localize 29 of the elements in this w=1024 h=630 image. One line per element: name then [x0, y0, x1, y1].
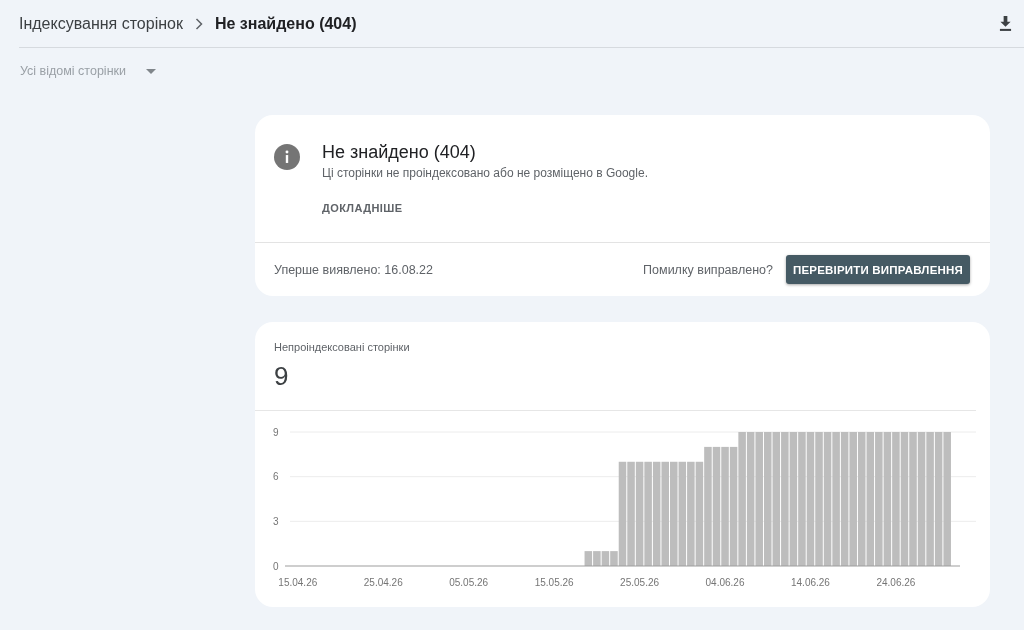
total-count: 9 [274, 361, 289, 391]
x-axis-label: 14.06.26 [791, 577, 830, 588]
x-axis-label: 15.04.26 [278, 577, 318, 588]
chart-bar [601, 551, 610, 566]
download-button[interactable] [997, 14, 1014, 33]
y-axis-label: 0 [273, 560, 279, 572]
first-detected-text: Уперше виявлено: 16.08.22 [274, 262, 433, 277]
learn-more-link[interactable]: ДОКЛАДНІШЕ [322, 201, 403, 215]
info-icon [274, 144, 300, 170]
page-title: Не знайдено (404) [214, 14, 357, 33]
x-axis-label: 25.04.26 [363, 577, 403, 588]
y-axis-label: 6 [273, 471, 279, 483]
fixed-question-text: Помилку виправлено? [643, 262, 773, 277]
x-axis-label: 15.05.26 [534, 577, 574, 588]
caret-icon [146, 68, 156, 74]
issue-description: Ці сторінки не проіндексовано або не розміщено в Google. [322, 165, 648, 181]
x-axis-label: 04.06.26 [705, 577, 745, 588]
issue-title: Не знайдено (404) [322, 141, 476, 163]
x-axis-label: 05.05.26 [449, 577, 489, 588]
x-axis-label: 25.05.26 [620, 577, 660, 588]
download-icon [999, 16, 1012, 31]
y-axis-label: 9 [273, 426, 279, 438]
x-axis-label: 24.06.26 [876, 577, 916, 588]
chevron-right-icon [194, 17, 203, 30]
validate-fix-button[interactable]: ПЕРЕВІРИТИ ВИПРАВЛЕННЯ [785, 255, 970, 284]
chart-label: Непроіндексовані сторінки [274, 340, 410, 354]
y-axis-label: 3 [273, 515, 279, 527]
breadcrumb-link[interactable]: Індексування сторінок [19, 14, 183, 33]
chart-bar [584, 551, 593, 566]
